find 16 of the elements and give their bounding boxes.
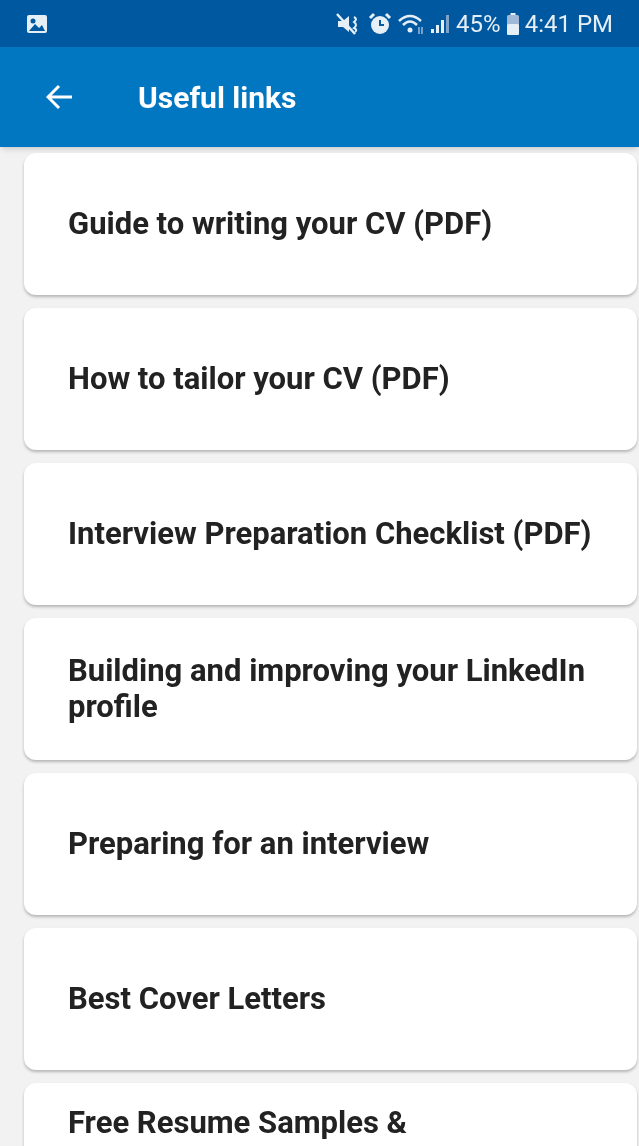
link-card[interactable]: How to tailor your CV (PDF) <box>24 308 637 450</box>
wifi-icon <box>398 12 425 35</box>
alarm-icon <box>368 11 393 36</box>
battery-percentage: 45% <box>456 8 501 40</box>
link-card[interactable]: Best Cover Letters <box>24 928 637 1070</box>
screen-title: Useful links <box>138 78 297 117</box>
link-card[interactable]: Preparing for an interview <box>24 773 637 915</box>
clock-time: 4:41 PM <box>524 8 613 40</box>
link-card[interactable]: Building and improving your LinkedIn profile <box>24 618 637 760</box>
signal-icon <box>430 13 451 34</box>
battery-icon <box>506 12 519 35</box>
gallery-icon <box>26 13 48 34</box>
link-card[interactable]: Guide to writing your CV (PDF) <box>24 153 637 295</box>
back-arrow-icon <box>46 84 74 110</box>
link-card[interactable]: Free Resume Samples & <box>24 1083 637 1146</box>
link-card[interactable]: Interview Preparation Checklist (PDF) <box>24 463 637 605</box>
